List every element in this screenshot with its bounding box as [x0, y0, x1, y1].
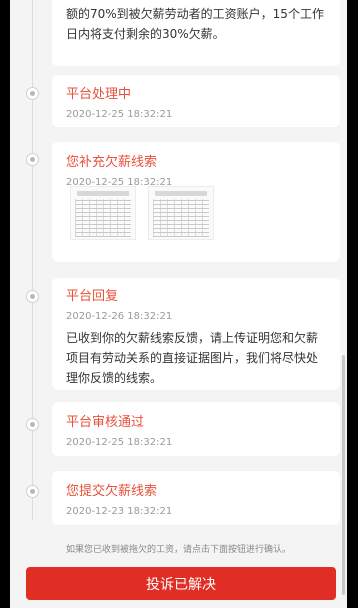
timeline-dot: [26, 87, 39, 100]
timeline-dot: [26, 418, 39, 431]
attachment-image-thumbnail[interactable]: [148, 186, 214, 240]
event-title: 平台处理中: [66, 87, 132, 102]
top-info-card: 额的70%到被欠薪劳动者的工资账户，15个工作 日内将支付剩余的30%欠薪。: [52, 0, 340, 66]
event-time: 2020-12-25 18:32:21: [66, 437, 173, 448]
event-title: 您提交欠薪线索: [66, 484, 158, 499]
attachment-image-thumbnail[interactable]: [70, 186, 136, 240]
event-title: 您补充欠薪线索: [66, 155, 158, 170]
timeline-card-platform-processing: 平台处理中 2020-12-25 18:32:21: [52, 75, 340, 127]
event-time: 2020-12-26 18:32:21: [66, 311, 173, 322]
complaint-resolved-button[interactable]: 投诉已解决: [26, 567, 336, 600]
timeline-card-review-passed: 平台审核通过 2020-12-25 18:32:21: [52, 402, 340, 456]
event-time: 2020-12-23 18:32:21: [66, 506, 173, 517]
confirm-note: 如果您已收到被拖欠的工资，请点击下面按钮进行确认。: [65, 545, 291, 555]
timeline-card-clue-submitted: 您提交欠薪线索 2020-12-23 18:32:21: [52, 471, 340, 525]
top-info-line-2: 日内将支付剩余的30%欠薪。: [66, 27, 225, 41]
complaint-progress-screen: 额的70%到被欠薪劳动者的工资账户，15个工作 日内将支付剩余的30%欠薪。 平…: [10, 0, 347, 608]
timeline-line: [32, 0, 33, 520]
timeline-dot: [26, 153, 39, 166]
timeline-dot: [26, 290, 39, 303]
timeline-card-platform-reply: 平台回复 2020-12-26 18:32:21 已收到你的欠薪线索反馈，请上传…: [52, 278, 340, 390]
event-title: 平台回复: [66, 289, 119, 304]
event-time: 2020-12-25 18:32:21: [66, 109, 173, 120]
reply-message: 已收到你的欠薪线索反馈，请上传证明您和欠薪项目有劳动关系的直接证据图片，我们将尽…: [66, 331, 319, 385]
scrollbar[interactable]: [342, 355, 345, 595]
top-info-line-1: 额的70%到被欠薪劳动者的工资账户，15个工作: [66, 7, 324, 21]
timeline-dot: [26, 485, 39, 498]
event-title: 平台审核通过: [66, 415, 145, 430]
timeline-card-clue-supplement: 您补充欠薪线索 2020-12-25 18:32:21: [52, 142, 340, 262]
